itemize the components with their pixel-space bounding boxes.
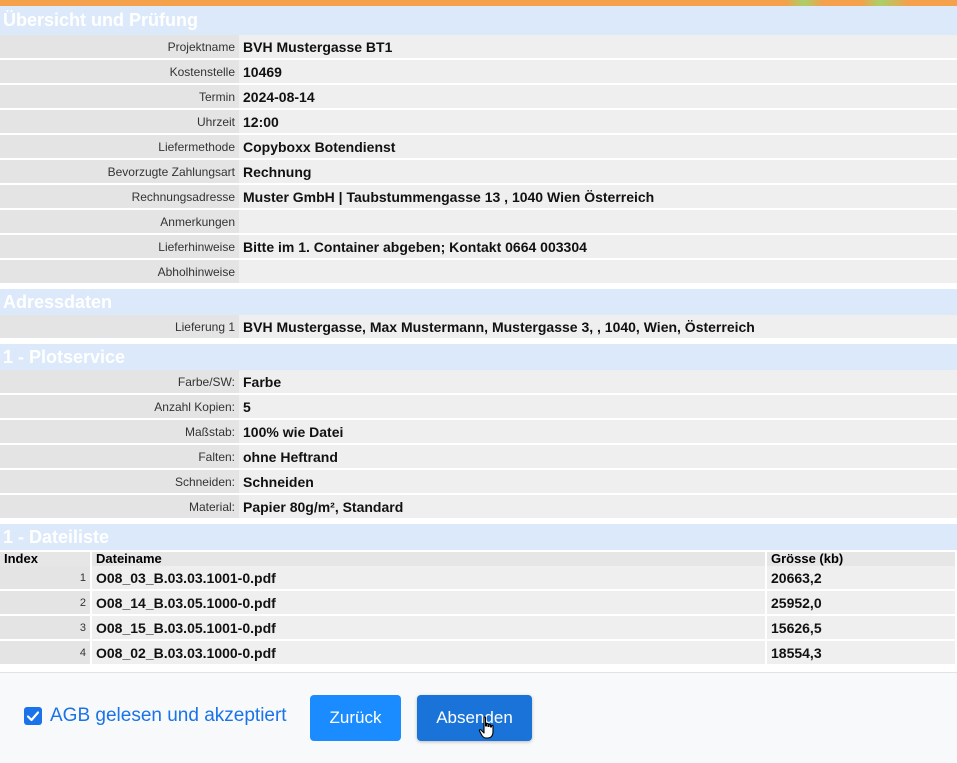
overview-label: Anmerkungen <box>0 209 239 235</box>
file-name: O08_02_B.03.03.1000-0.pdf <box>91 640 767 666</box>
address-row: Lieferung 1 BVH Mustergasse, Max Musterma… <box>0 315 957 340</box>
overview-row: Termin 2024-08-14 <box>0 84 957 110</box>
plot-row: Falten: ohne Heftrand <box>0 444 957 470</box>
overview-row: Projektname BVH Mustergasse BT1 <box>0 35 957 60</box>
plot-row: Farbe/SW: Farbe <box>0 370 957 395</box>
plot-row: Material: Papier 80g/m², Standard <box>0 494 957 520</box>
overview-label: Termin <box>0 84 239 110</box>
file-index: 3 <box>0 615 92 641</box>
file-list-header: Index Dateiname Grösse (kb) <box>0 552 957 566</box>
back-button[interactable]: Zurück <box>310 695 401 741</box>
column-header-index: Index <box>0 552 92 566</box>
table-row: 3 O08_15_B.03.05.1001-0.pdf 15626,5 <box>0 615 957 641</box>
overview-value: 2024-08-14 <box>239 84 957 110</box>
overview-table: Projektname BVH Mustergasse BT1 Kostenste… <box>0 35 957 285</box>
plot-row: Maßstab: 100% wie Datei <box>0 419 957 445</box>
section-title-plotservice: 1 - Plotservice <box>0 344 957 370</box>
file-name: O08_14_B.03.05.1000-0.pdf <box>91 590 767 616</box>
plot-value: Papier 80g/m², Standard <box>239 494 957 520</box>
plot-value: 5 <box>239 394 957 420</box>
section-title-overview: Übersicht und Prüfung <box>0 6 957 35</box>
agb-checkbox[interactable] <box>24 707 42 725</box>
overview-value: BVH Mustergasse BT1 <box>239 35 957 60</box>
overview-label: Bevorzugte Zahlungsart <box>0 159 239 185</box>
overview-label: Rechnungsadresse <box>0 184 239 210</box>
address-table: Lieferung 1 BVH Mustergasse, Max Musterma… <box>0 315 957 340</box>
section-title-filelist: 1 - Dateiliste <box>0 524 957 550</box>
plot-value: 100% wie Datei <box>239 419 957 445</box>
table-row: 2 O08_14_B.03.05.1000-0.pdf 25952,0 <box>0 590 957 616</box>
overview-value: Bitte im 1. Container abgeben; Kontakt 0… <box>239 234 957 260</box>
file-index: 4 <box>0 640 92 666</box>
plot-label: Anzahl Kopien: <box>0 394 239 420</box>
plot-value: Schneiden <box>239 469 957 495</box>
overview-row: Lieferhinweise Bitte im 1. Container abge… <box>0 234 957 260</box>
plot-value: ohne Heftrand <box>239 444 957 470</box>
checkmark-icon <box>26 711 40 722</box>
overview-label: Uhrzeit <box>0 109 239 135</box>
overview-value <box>239 259 957 285</box>
file-name: O08_15_B.03.05.1001-0.pdf <box>91 615 767 641</box>
plot-label: Maßstab: <box>0 419 239 445</box>
overview-value: Copyboxx Botendienst <box>239 134 957 160</box>
overview-row: Anmerkungen <box>0 209 957 235</box>
hand-pointer-icon <box>478 716 494 739</box>
column-header-filename: Dateiname <box>91 552 767 566</box>
plot-row: Anzahl Kopien: 5 <box>0 394 957 420</box>
overview-label: Lieferhinweise <box>0 234 239 260</box>
overview-value: 10469 <box>239 59 957 85</box>
agb-label: AGB gelesen und akzeptiert <box>50 705 287 726</box>
overview-row: Rechnungsadresse Muster GmbH | Taubstumme… <box>0 184 957 210</box>
file-size: 15626,5 <box>766 615 957 641</box>
overview-row: Liefermethode Copyboxx Botendienst <box>0 134 957 160</box>
file-size: 18554,3 <box>766 640 957 666</box>
address-label: Lieferung 1 <box>0 315 239 340</box>
plot-row: Schneiden: Schneiden <box>0 469 957 495</box>
plotservice-table: Farbe/SW: Farbe Anzahl Kopien: 5 Maßstab: 1… <box>0 370 957 520</box>
plot-label: Farbe/SW: <box>0 370 239 395</box>
overview-row: Abholhinweise <box>0 259 957 285</box>
overview-row: Uhrzeit 12:00 <box>0 109 957 135</box>
file-index: 2 <box>0 590 92 616</box>
plot-label: Falten: <box>0 444 239 470</box>
file-size: 20663,2 <box>766 566 957 591</box>
file-list-table: Index Dateiname Grösse (kb) 1 O08_03_B.0… <box>0 552 957 666</box>
column-header-size: Grösse (kb) <box>766 552 957 566</box>
file-name: O08_03_B.03.03.1001-0.pdf <box>91 566 767 591</box>
plot-label: Material: <box>0 494 239 520</box>
overview-value: Muster GmbH | Taubstummengasse 13 , 1040… <box>239 184 957 210</box>
plot-label: Schneiden: <box>0 469 239 495</box>
address-value: BVH Mustergasse, Max Mustermann, Musterg… <box>239 315 957 340</box>
table-row: 4 O08_02_B.03.03.1000-0.pdf 18554,3 <box>0 640 957 666</box>
overview-label: Kostenstelle <box>0 59 239 85</box>
overview-value: 12:00 <box>239 109 957 135</box>
plot-value: Farbe <box>239 370 957 395</box>
overview-row: Bevorzugte Zahlungsart Rechnung <box>0 159 957 185</box>
section-title-address: Adressdaten <box>0 289 957 315</box>
submit-button[interactable]: Absenden <box>417 695 532 741</box>
overview-value: Rechnung <box>239 159 957 185</box>
overview-label: Projektname <box>0 35 239 60</box>
table-row: 1 O08_03_B.03.03.1001-0.pdf 20663,2 <box>0 566 957 591</box>
overview-label: Liefermethode <box>0 134 239 160</box>
file-size: 25952,0 <box>766 590 957 616</box>
file-index: 1 <box>0 566 92 591</box>
agb-consent[interactable]: AGB gelesen und akzeptiert <box>24 705 287 727</box>
overview-label: Abholhinweise <box>0 259 239 285</box>
overview-value <box>239 209 957 235</box>
overview-row: Kostenstelle 10469 <box>0 59 957 85</box>
